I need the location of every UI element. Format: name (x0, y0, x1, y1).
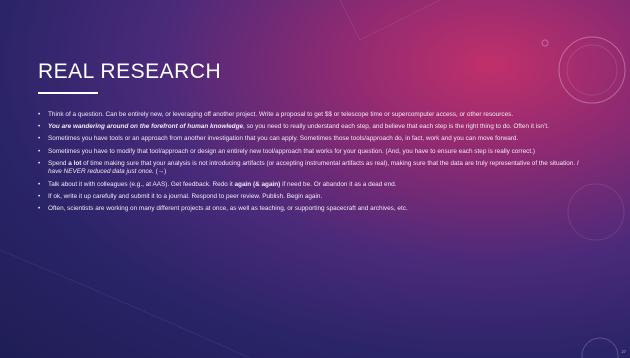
bullet-list: Think of a question. Can be entirely new… (38, 111, 586, 217)
slide: REAL RESEARCH Think of a question. Can b… (0, 0, 630, 358)
bullet-item: Spend a lot of time making sure that you… (38, 160, 586, 177)
bullet-text: a lot (68, 159, 82, 167)
bullet-text: , so you need to really understand each … (243, 123, 549, 131)
decor-circle-large (558, 36, 626, 104)
title-underline (38, 92, 98, 94)
bullet-item: Sometimes you have tools or an approach … (38, 135, 586, 144)
bullet-item: Often, scientists are working on many di… (38, 205, 586, 214)
bullet-text: Sometimes you have to modify that tool/a… (48, 147, 536, 155)
slide-title: REAL RESEARCH (38, 60, 222, 83)
bullet-text: (→) (153, 168, 167, 176)
bullet-text: of time making sure that your analysis i… (81, 159, 577, 167)
decor-line (339, 0, 441, 41)
bullet-text: Sometimes you have tools or an approach … (48, 135, 519, 143)
bullet-text: if need be. Or abandon it as a dead end. (280, 180, 397, 188)
decor-circle-corner (581, 337, 619, 358)
page-number: 27 (621, 349, 626, 354)
bullet-text: again (& again) (234, 180, 281, 188)
bullet-text: If ok, write it up carefully and submit … (48, 192, 323, 200)
bullet-item: Sometimes you have to modify that tool/a… (38, 148, 586, 157)
bullet-text: Talk about it with colleagues (e.g., at … (48, 180, 235, 188)
decor-arc (0, 249, 251, 358)
bullet-text: Spend (48, 159, 69, 167)
decor-circle-inner (566, 44, 618, 96)
bullet-item: If ok, write it up carefully and submit … (38, 193, 586, 202)
bullet-text: Think of a question. Can be entirely new… (48, 111, 514, 118)
bullet-text: You are wandering around on the forefron… (48, 123, 244, 131)
decor-circle-small (541, 39, 549, 47)
bullet-text: Often, scientists are working on many di… (48, 204, 408, 212)
bullet-item: You are wandering around on the forefron… (38, 123, 586, 132)
bullet-item: Think of a question. Can be entirely new… (38, 111, 586, 120)
bullet-item: Talk about it with colleagues (e.g., at … (38, 181, 586, 190)
